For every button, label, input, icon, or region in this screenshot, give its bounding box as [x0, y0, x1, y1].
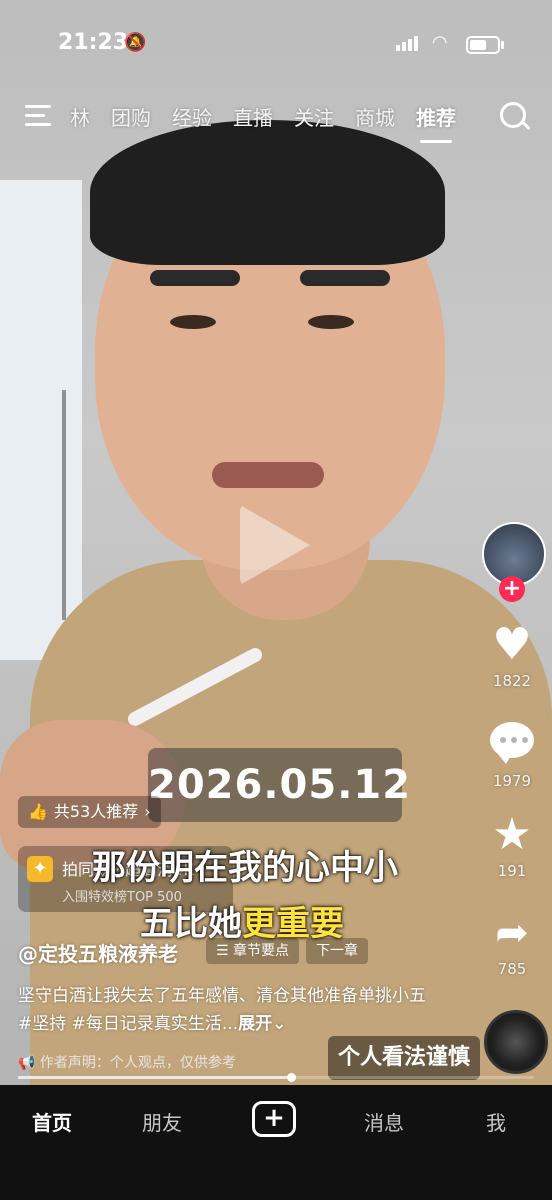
video-caption-line1: 那份明在我的心中小 [92, 848, 398, 888]
battery-icon [466, 36, 504, 54]
tab-2[interactable]: 经验 [172, 102, 212, 131]
author-disclaimer: 📢 作者声明：个人观点，仅供参考 [18, 1052, 236, 1072]
sparkle-icon: ✦ [27, 856, 53, 882]
post-description: 坚守白酒让我失去了五年感情、清仓其他准备单挑小五#坚持 #每日记录真实生活...… [18, 982, 438, 1038]
screen: 21:23 🔕 ◠ 林团购 经验 直播 关注 商城 推荐 + ♥ 1822 1979 ★ … [0, 0, 552, 1200]
background-wall [0, 180, 82, 660]
next-chapter-button[interactable]: 下一章 [306, 938, 368, 964]
expand-button[interactable]: 展开⌄ [238, 1014, 286, 1034]
favorite-count: 191 [497, 862, 527, 880]
menu-icon[interactable] [25, 105, 51, 127]
person-hair [90, 120, 445, 265]
thumbs-up-icon: 👍 [28, 802, 48, 821]
mute-bell-icon: 🔕 [124, 32, 147, 53]
person-eye-right [308, 315, 354, 329]
like-count: 1822 [492, 672, 532, 690]
music-disc-icon[interactable] [484, 1010, 548, 1074]
bottom-nav-messages[interactable]: 消息 [364, 1107, 404, 1136]
comment-button[interactable]: 1979 [482, 722, 542, 790]
heart-icon: ♥ [492, 619, 532, 670]
search-icon[interactable] [500, 102, 526, 128]
description-text: 坚守白酒让我失去了五年感情、清仓其他准备单挑小五#坚持 #每日记录真实生活... [18, 986, 426, 1034]
bottom-nav-friends[interactable]: 朋友 [142, 1107, 182, 1136]
opinion-overlay: 个人看法谨慎 [328, 1036, 481, 1080]
chapters-button[interactable]: ☰ 章节要点 [206, 938, 300, 964]
share-arrow-icon: ➦ [495, 910, 529, 956]
bottom-nav-home[interactable]: 首页 [32, 1107, 72, 1136]
comment-count: 1979 [492, 772, 532, 790]
background-door [62, 390, 66, 620]
play-icon[interactable] [240, 505, 310, 585]
favorite-button[interactable]: ★ 191 [482, 809, 542, 881]
tab-1[interactable]: 团购 [111, 102, 151, 131]
person-mouth [212, 462, 324, 488]
author-handle[interactable]: @定投五粮液养老 [18, 938, 178, 967]
progress-fill [18, 1076, 292, 1079]
like-button[interactable]: ♥ 1822 [482, 619, 542, 691]
follow-plus-icon[interactable]: + [499, 576, 525, 602]
chevron-right-icon: › [144, 802, 151, 821]
person-eye-left [170, 315, 216, 329]
person-brow-right [300, 270, 390, 286]
date-overlay: 2026.05.12 [148, 748, 410, 822]
status-bar: 21:23 🔕 ◠ [0, 30, 552, 60]
comment-icon [490, 722, 534, 764]
share-button[interactable]: ➦ 785 [482, 910, 542, 978]
share-count: 785 [497, 960, 527, 978]
disclaimer-text: 作者声明：个人观点，仅供参考 [39, 1055, 236, 1071]
tab-5[interactable]: 商城 [355, 102, 395, 131]
megaphone-icon: 📢 [18, 1055, 36, 1071]
wifi-icon: ◠ [432, 32, 448, 53]
recommend-chip[interactable]: 👍 共53人推荐 › [18, 796, 161, 828]
top-tabs: 林团购 经验 直播 关注 商城 推荐 [70, 102, 477, 143]
status-time: 21:23 [58, 30, 129, 55]
battery-level [470, 40, 486, 50]
recommend-label: 共53人推荐 [53, 802, 139, 821]
signal-icon [396, 36, 418, 51]
tab-0[interactable]: 林 [70, 102, 90, 131]
tab-6[interactable]: 推荐 [416, 102, 456, 143]
person-brow-left [150, 270, 240, 286]
top-nav: 林团购 经验 直播 关注 商城 推荐 [0, 100, 552, 143]
star-icon: ★ [492, 809, 532, 860]
tab-4[interactable]: 关注 [294, 102, 334, 131]
bottom-nav-me[interactable]: 我 [486, 1107, 506, 1136]
tab-3[interactable]: 直播 [233, 102, 273, 131]
create-plus-button[interactable]: + [252, 1101, 296, 1137]
bottom-nav: 首页 朋友 + 消息 我 [0, 1085, 552, 1200]
video-progress-bar[interactable] [18, 1073, 534, 1082]
